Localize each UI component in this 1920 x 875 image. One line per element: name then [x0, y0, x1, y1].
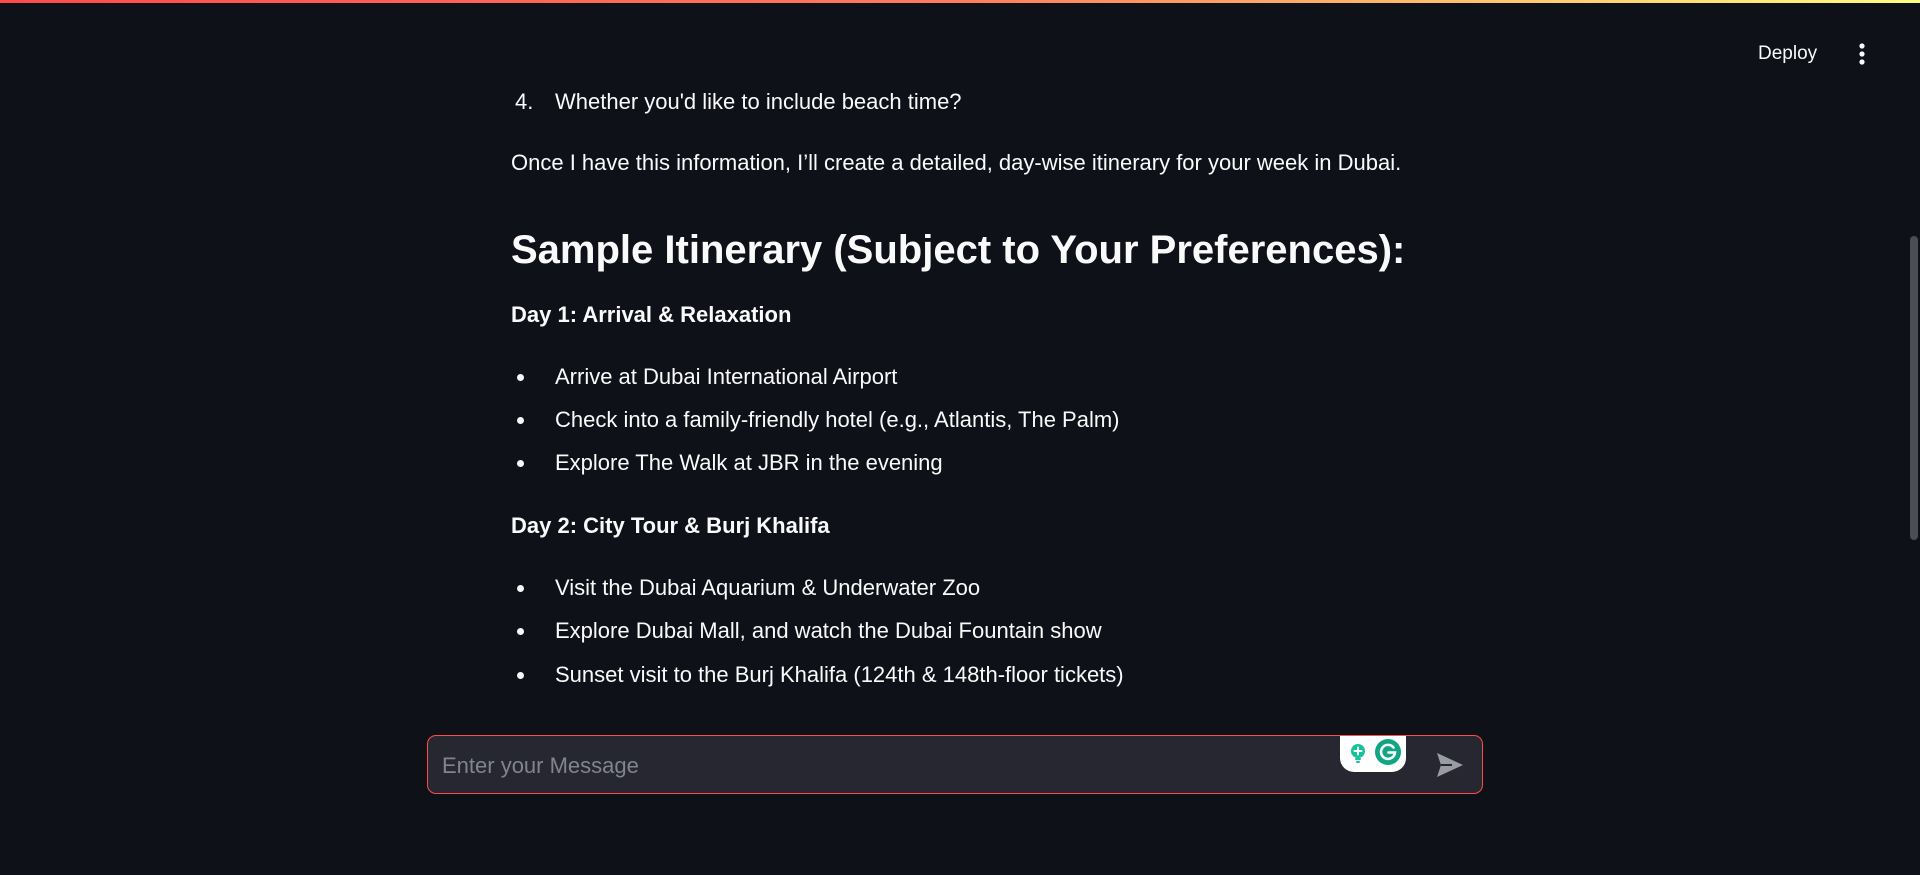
- bullet-icon: [517, 374, 524, 381]
- deploy-button[interactable]: Deploy: [1746, 40, 1829, 68]
- send-icon: [1437, 753, 1463, 777]
- day-heading: Day 2: City Tour & Burj Khalifa: [511, 513, 830, 538]
- message-input[interactable]: [440, 736, 1344, 795]
- bullet-icon: [517, 628, 524, 635]
- writing-assistant-widget[interactable]: [1340, 736, 1406, 772]
- main-menu-button[interactable]: [1846, 40, 1878, 70]
- bullet-icon: [517, 417, 524, 424]
- bullet-icon: [517, 585, 524, 592]
- list-item-text: Visit the Dubai Aquarium & Underwater Zo…: [555, 575, 981, 600]
- bullet-icon: [517, 460, 524, 467]
- list-item-text: Explore The Walk at JBR in the evening: [555, 450, 943, 475]
- list-item-text: Whether you'd like to include beach time…: [555, 89, 962, 114]
- page-scrollbar[interactable]: [1908, 0, 1920, 875]
- chat-input-container: [427, 735, 1483, 795]
- scrollbar-thumb[interactable]: [1910, 236, 1918, 540]
- intro-paragraph: Once I have this information, I’ll creat…: [511, 150, 1402, 175]
- bullet-icon: [517, 672, 524, 679]
- list-item-text: Explore Dubai Mall, and watch the Dubai …: [555, 618, 1102, 643]
- list-item-text: Arrive at Dubai International Airport: [555, 364, 898, 389]
- section-heading: Sample Itinerary (Subject to Your Prefer…: [511, 228, 1406, 272]
- list-item-number: 4.: [515, 89, 534, 114]
- vertical-ellipsis-icon: [1859, 43, 1865, 65]
- list-item-text: Check into a family-friendly hotel (e.g.…: [555, 407, 1120, 432]
- send-button[interactable]: [1434, 750, 1466, 780]
- day-heading: Day 1: Arrival & Relaxation: [511, 302, 792, 327]
- lightbulb-icon[interactable]: [1346, 741, 1370, 765]
- list-item-text: Sunset visit to the Burj Khalifa (124th …: [555, 662, 1124, 687]
- grammarly-icon[interactable]: [1374, 738, 1402, 766]
